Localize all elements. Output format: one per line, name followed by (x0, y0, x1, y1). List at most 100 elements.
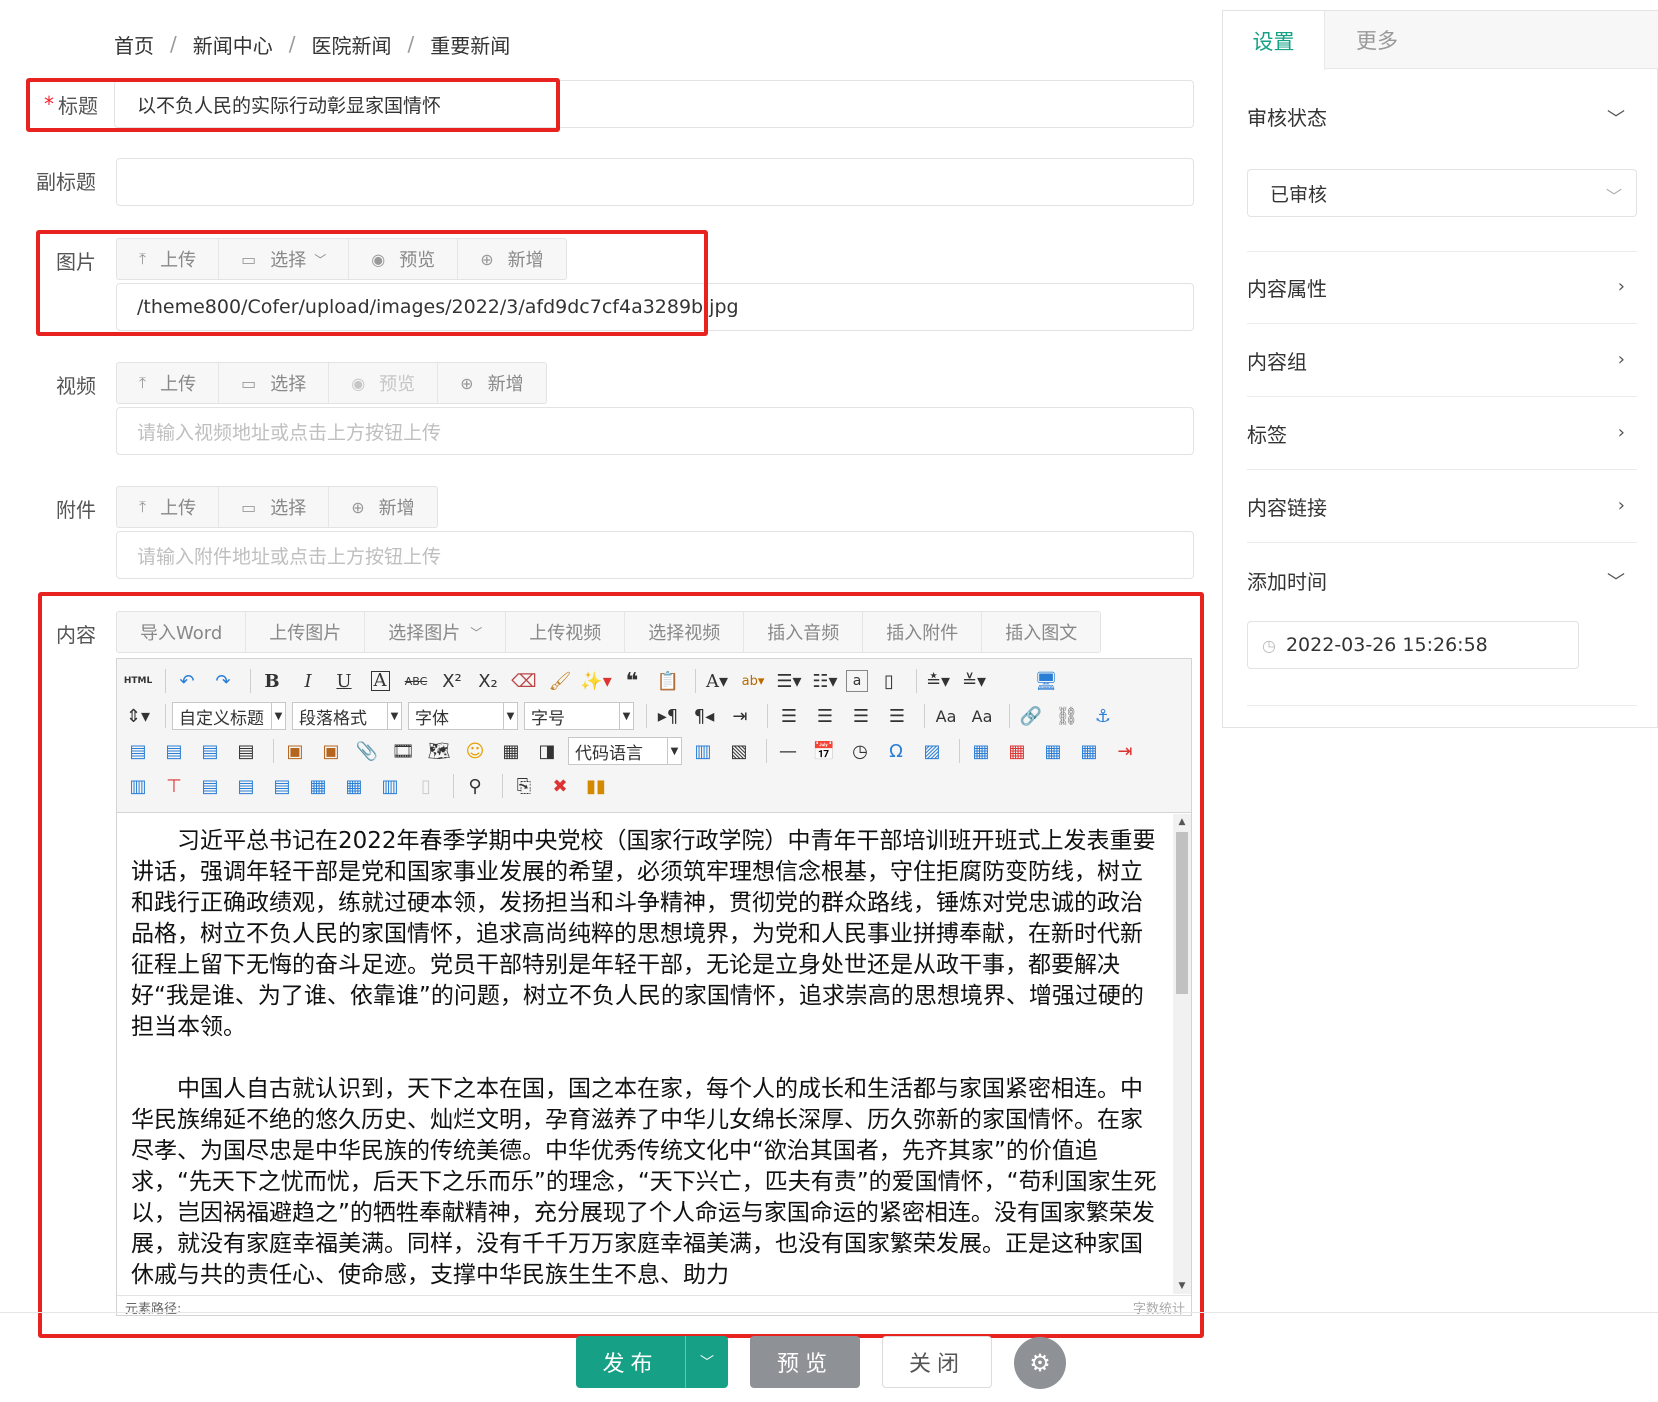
italic-icon[interactable]: I (293, 667, 323, 695)
anchor-icon[interactable]: ⚓ (1088, 702, 1118, 730)
insert-frame-icon[interactable]: ▦ (496, 737, 526, 765)
insert-row-icon[interactable]: ▦ (1074, 737, 1104, 765)
video-preview-button[interactable]: ◉ 预览 (329, 363, 439, 403)
auto-format-icon[interactable]: ✨▾ (580, 667, 611, 695)
breadcrumb-item-home[interactable]: 首页 (114, 30, 154, 59)
delete-col-icon[interactable]: ⊤ (159, 772, 189, 800)
image-upload-button[interactable]: ⤒ 上传 (117, 239, 220, 279)
title-input[interactable]: 以不负人民的实际行动彰显家国情怀 (114, 80, 1194, 128)
attachment-url-input[interactable]: 请输入附件地址或点击上方按钮上传 (116, 531, 1194, 579)
rtl-icon[interactable]: ¶◂ (689, 702, 719, 730)
date-icon[interactable]: 📅 (809, 737, 839, 765)
scroll-down-icon[interactable]: ▼ (1173, 1278, 1191, 1294)
select-video-button[interactable]: 选择视频 (625, 612, 745, 652)
paragraph-format-select[interactable]: 段落格式 ▼ (292, 702, 402, 730)
search-replace-icon[interactable]: ⚲ (460, 772, 490, 800)
attachment-upload-button[interactable]: ⤒ 上传 (117, 487, 220, 527)
section-review-status[interactable]: 审核状态 ﹀ (1247, 69, 1637, 163)
select-image-button[interactable]: 选择图片 ﹀ (365, 612, 507, 652)
image-center-icon[interactable]: ▤ (231, 737, 261, 765)
align-center-icon[interactable]: ☰ (810, 702, 840, 730)
subtitle-input[interactable] (116, 158, 1194, 206)
insert-table-icon[interactable]: ▦ (966, 737, 996, 765)
upload-image-button[interactable]: 上传图片 (246, 612, 366, 652)
gear-icon[interactable]: ⚙ (1014, 1337, 1066, 1389)
delete-row-icon[interactable]: ⇥ (1110, 737, 1140, 765)
chart-icon[interactable]: ▯ (411, 772, 441, 800)
section-tags[interactable]: 标签 › (1247, 398, 1637, 470)
section-content-attributes[interactable]: 内容属性 › (1247, 252, 1637, 324)
image-path-input[interactable]: /theme800/Cofer/upload/images/2022/3/afd… (116, 283, 1194, 331)
undo-icon[interactable]: ↶ (172, 667, 202, 695)
insert-audio-button[interactable]: 插入音频 (744, 612, 864, 652)
select-all-icon[interactable]: a (846, 670, 868, 692)
background-icon[interactable]: ▧ (724, 737, 754, 765)
ordered-list-icon[interactable]: ☰▾ (774, 667, 804, 695)
eraser-icon[interactable]: ⌫ (509, 667, 539, 695)
clear-document-icon[interactable]: ▯ (874, 667, 904, 695)
scrawl-icon[interactable]: ◨ (532, 737, 562, 765)
horizontal-rule-icon[interactable]: — (773, 737, 803, 765)
row-spacing-top-icon[interactable]: ≛▾ (923, 667, 953, 695)
tab-settings[interactable]: 设置 (1223, 11, 1325, 70)
fullscreen-icon[interactable]: 🖥 (1031, 667, 1061, 695)
breadcrumb-item-important-news[interactable]: 重要新闻 (430, 30, 510, 59)
highlight-color-icon[interactable]: ab▾ (738, 667, 768, 695)
blockquote-icon[interactable]: ❝ (617, 667, 647, 695)
map-icon[interactable]: 🗺 (424, 737, 454, 765)
line-height-icon[interactable]: ⇕▾ (123, 702, 153, 730)
font-border-icon[interactable]: A (365, 667, 395, 695)
indent-icon[interactable]: ⇥ (725, 702, 755, 730)
tab-more[interactable]: 更多 (1325, 11, 1429, 69)
time-icon[interactable]: ◷ (845, 737, 875, 765)
font-size-select[interactable]: 字号 ▼ (524, 702, 634, 730)
drafts-icon[interactable]: ▮▮ (581, 772, 611, 800)
font-family-select[interactable]: 字体 ▼ (408, 702, 518, 730)
upload-video-button[interactable]: 上传视频 (506, 612, 626, 652)
editor-content-area[interactable]: 习近平总书记在2022年春季学期中央党校（国家行政学院）中青年干部培训班开班式上… (117, 814, 1173, 1294)
paste-text-icon[interactable]: 📋 (653, 667, 683, 695)
html-source-icon[interactable]: HTML (123, 667, 153, 695)
delete-table-icon[interactable]: ▦ (1002, 737, 1032, 765)
subscript-icon[interactable]: X₂ (473, 667, 503, 695)
lowercase-icon[interactable]: Aa (967, 702, 997, 730)
publish-dropdown-chevron-down-icon[interactable]: ﹀ (686, 1336, 728, 1388)
review-status-select[interactable]: 已审核 ﹀ (1247, 169, 1637, 217)
insert-attachment-button[interactable]: 插入附件 (863, 612, 983, 652)
video-upload-button[interactable]: ⤒ 上传 (117, 363, 220, 403)
unordered-list-icon[interactable]: ☷▾ (810, 667, 840, 695)
bold-icon[interactable]: B (257, 667, 287, 695)
print-icon[interactable]: ✖ (545, 772, 575, 800)
image-add-button[interactable]: ⊕ 新增 (458, 239, 565, 279)
insert-image-icon[interactable]: ▣ (316, 737, 346, 765)
insert-video-icon[interactable]: 🎞 (388, 737, 418, 765)
code-language-select[interactable]: 代码语言 ▼ (568, 737, 682, 765)
image-preview-button[interactable]: ◉ 预览 (349, 239, 459, 279)
attachment-add-button[interactable]: ⊕ 新增 (329, 487, 436, 527)
image-none-icon[interactable]: ▤ (123, 737, 153, 765)
insert-paragraph-before-table-icon[interactable]: ▦ (1038, 737, 1068, 765)
merge-down-icon[interactable]: ▤ (267, 772, 297, 800)
simple-upload-icon[interactable]: ▣ (280, 737, 310, 765)
image-left-icon[interactable]: ▤ (159, 737, 189, 765)
add-time-input[interactable]: ◷ 2022-03-26 15:26:58 (1247, 621, 1579, 669)
split-to-cells-icon[interactable]: ▦ (303, 772, 333, 800)
video-url-input[interactable]: 请输入视频地址或点击上方按钮上传 (116, 407, 1194, 455)
font-color-icon[interactable]: A▾ (702, 667, 732, 695)
merge-cells-icon[interactable]: ▤ (195, 772, 225, 800)
template-icon[interactable]: ▥ (688, 737, 718, 765)
merge-right-icon[interactable]: ▤ (231, 772, 261, 800)
breadcrumb-item-hospital-news[interactable]: 医院新闻 (312, 30, 392, 59)
special-char-icon[interactable]: Ω (881, 737, 911, 765)
split-to-cols-icon[interactable]: ▥ (375, 772, 405, 800)
scrollbar-thumb[interactable] (1176, 832, 1188, 994)
scroll-up-icon[interactable]: ▲ (1173, 814, 1191, 830)
underline-icon[interactable]: U (329, 667, 359, 695)
split-to-rows-icon[interactable]: ▦ (339, 772, 369, 800)
ltr-icon[interactable]: ▸¶ (653, 702, 683, 730)
unlink-icon[interactable]: ⛓ (1052, 702, 1082, 730)
insert-col-icon[interactable]: ▥ (123, 772, 153, 800)
image-right-icon[interactable]: ▤ (195, 737, 225, 765)
redo-icon[interactable]: ↷ (208, 667, 238, 695)
section-add-time[interactable]: 添加时间 ﹀ (1247, 544, 1637, 616)
